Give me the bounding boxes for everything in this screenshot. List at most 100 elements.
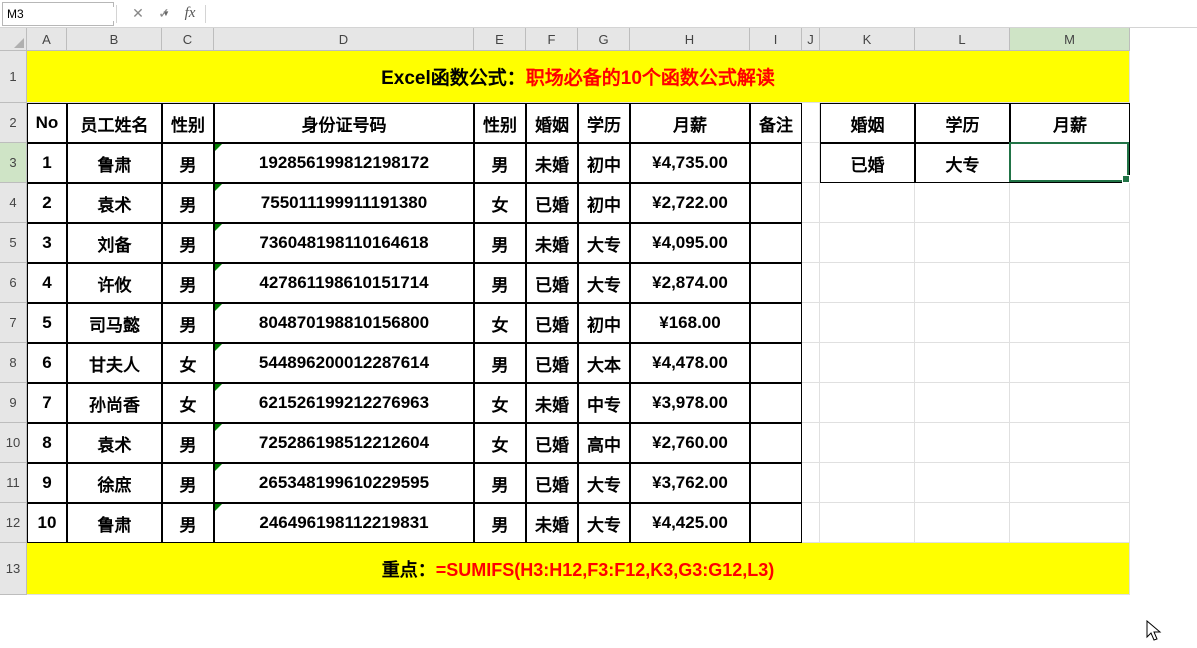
cell-L9[interactable] — [915, 383, 1010, 423]
col-header-I[interactable]: I — [750, 28, 802, 51]
cell-J3[interactable] — [802, 143, 820, 183]
cell-remark-6[interactable] — [750, 263, 802, 303]
row-header-9[interactable]: 9 — [0, 383, 27, 423]
cell-M12[interactable] — [1010, 503, 1130, 543]
cell-sex-8[interactable]: 女 — [162, 343, 214, 383]
header-remark[interactable]: 备注 — [750, 103, 802, 143]
cell-edu-12[interactable]: 大专 — [578, 503, 630, 543]
row-header-4[interactable]: 4 — [0, 183, 27, 223]
cell-sex-6[interactable]: 男 — [162, 263, 214, 303]
col-header-K[interactable]: K — [820, 28, 915, 51]
cell-name-6[interactable]: 许攸 — [67, 263, 162, 303]
cell-name-4[interactable]: 袁术 — [67, 183, 162, 223]
cell-remark-8[interactable] — [750, 343, 802, 383]
cell-sex2-10[interactable]: 女 — [474, 423, 526, 463]
cell-edu-3[interactable]: 初中 — [578, 143, 630, 183]
cell-L4[interactable] — [915, 183, 1010, 223]
cell-M7[interactable] — [1010, 303, 1130, 343]
cell-no-6[interactable]: 4 — [27, 263, 67, 303]
header-id[interactable]: 身份证号码 — [214, 103, 474, 143]
cell-side-edu[interactable]: 大专 — [915, 143, 1010, 183]
cell-sex2-3[interactable]: 男 — [474, 143, 526, 183]
cell-K7[interactable] — [820, 303, 915, 343]
header-edu[interactable]: 学历 — [578, 103, 630, 143]
cell-sex-9[interactable]: 女 — [162, 383, 214, 423]
cell-sex-3[interactable]: 男 — [162, 143, 214, 183]
cell-no-4[interactable]: 2 — [27, 183, 67, 223]
cell-sex-12[interactable]: 男 — [162, 503, 214, 543]
col-header-D[interactable]: D — [214, 28, 474, 51]
col-header-E[interactable]: E — [474, 28, 526, 51]
cell-edu-9[interactable]: 中专 — [578, 383, 630, 423]
cell-name-11[interactable]: 徐庶 — [67, 463, 162, 503]
cell-M11[interactable] — [1010, 463, 1130, 503]
cell-marital-6[interactable]: 已婚 — [526, 263, 578, 303]
cell-no-10[interactable]: 8 — [27, 423, 67, 463]
cell-no-12[interactable]: 10 — [27, 503, 67, 543]
cell-marital-10[interactable]: 已婚 — [526, 423, 578, 463]
col-header-L[interactable]: L — [915, 28, 1010, 51]
cell-L8[interactable] — [915, 343, 1010, 383]
cell-id-3[interactable]: 192856199812198172 — [214, 143, 474, 183]
cell-J8[interactable] — [802, 343, 820, 383]
cell-marital-5[interactable]: 未婚 — [526, 223, 578, 263]
row-header-7[interactable]: 7 — [0, 303, 27, 343]
cell-edu-11[interactable]: 大专 — [578, 463, 630, 503]
cell-M8[interactable] — [1010, 343, 1130, 383]
cell-marital-12[interactable]: 未婚 — [526, 503, 578, 543]
cell-remark-12[interactable] — [750, 503, 802, 543]
cell-sex-4[interactable]: 男 — [162, 183, 214, 223]
cell-sex2-11[interactable]: 男 — [474, 463, 526, 503]
cell-marital-7[interactable]: 已婚 — [526, 303, 578, 343]
cell-name-8[interactable]: 甘夫人 — [67, 343, 162, 383]
cell-M10[interactable] — [1010, 423, 1130, 463]
cell-salary-7[interactable]: ¥168.00 — [630, 303, 750, 343]
cell-sex2-9[interactable]: 女 — [474, 383, 526, 423]
cell-L11[interactable] — [915, 463, 1010, 503]
cell-L7[interactable] — [915, 303, 1010, 343]
col-header-A[interactable]: A — [27, 28, 67, 51]
row-header-3[interactable]: 3 — [0, 143, 27, 183]
col-header-J[interactable]: J — [802, 28, 820, 51]
cell-K6[interactable] — [820, 263, 915, 303]
cell-J10[interactable] — [802, 423, 820, 463]
cell-no-11[interactable]: 9 — [27, 463, 67, 503]
footer-cell[interactable]: 重点：=SUMIFS(H3:H12,F3:F12,K3,G3:G12,L3) — [27, 543, 1130, 595]
cell-remark-4[interactable] — [750, 183, 802, 223]
cell-edu-10[interactable]: 高中 — [578, 423, 630, 463]
cell-id-7[interactable]: 804870198810156800 — [214, 303, 474, 343]
cell-M9[interactable] — [1010, 383, 1130, 423]
cell-salary-10[interactable]: ¥2,760.00 — [630, 423, 750, 463]
col-header-B[interactable]: B — [67, 28, 162, 51]
cell-salary-12[interactable]: ¥4,425.00 — [630, 503, 750, 543]
cell-sex2-5[interactable]: 男 — [474, 223, 526, 263]
cell-M4[interactable] — [1010, 183, 1130, 223]
name-box[interactable]: ▼ — [2, 2, 114, 26]
row-header-13[interactable]: 13 — [0, 543, 27, 595]
formula-input[interactable] — [208, 3, 1197, 25]
col-header-F[interactable]: F — [526, 28, 578, 51]
cell-name-3[interactable]: 鲁肃 — [67, 143, 162, 183]
row-header-2[interactable]: 2 — [0, 103, 27, 143]
header-side-marital[interactable]: 婚姻 — [820, 103, 915, 143]
cell-side-salary[interactable] — [1010, 143, 1130, 183]
row-header-12[interactable]: 12 — [0, 503, 27, 543]
cell-name-5[interactable]: 刘备 — [67, 223, 162, 263]
cell-M5[interactable] — [1010, 223, 1130, 263]
cell-salary-5[interactable]: ¥4,095.00 — [630, 223, 750, 263]
row-header-5[interactable]: 5 — [0, 223, 27, 263]
cell-J9[interactable] — [802, 383, 820, 423]
col-header-G[interactable]: G — [578, 28, 630, 51]
cell-K5[interactable] — [820, 223, 915, 263]
cell-no-7[interactable]: 5 — [27, 303, 67, 343]
cell-K8[interactable] — [820, 343, 915, 383]
cell-side-marital[interactable]: 已婚 — [820, 143, 915, 183]
cell-sex-10[interactable]: 男 — [162, 423, 214, 463]
header-sex2[interactable]: 性别 — [474, 103, 526, 143]
cell-sex-11[interactable]: 男 — [162, 463, 214, 503]
cell-edu-5[interactable]: 大专 — [578, 223, 630, 263]
cell-marital-8[interactable]: 已婚 — [526, 343, 578, 383]
cell-K12[interactable] — [820, 503, 915, 543]
header-sex[interactable]: 性别 — [162, 103, 214, 143]
fx-icon[interactable]: fx — [177, 3, 203, 25]
